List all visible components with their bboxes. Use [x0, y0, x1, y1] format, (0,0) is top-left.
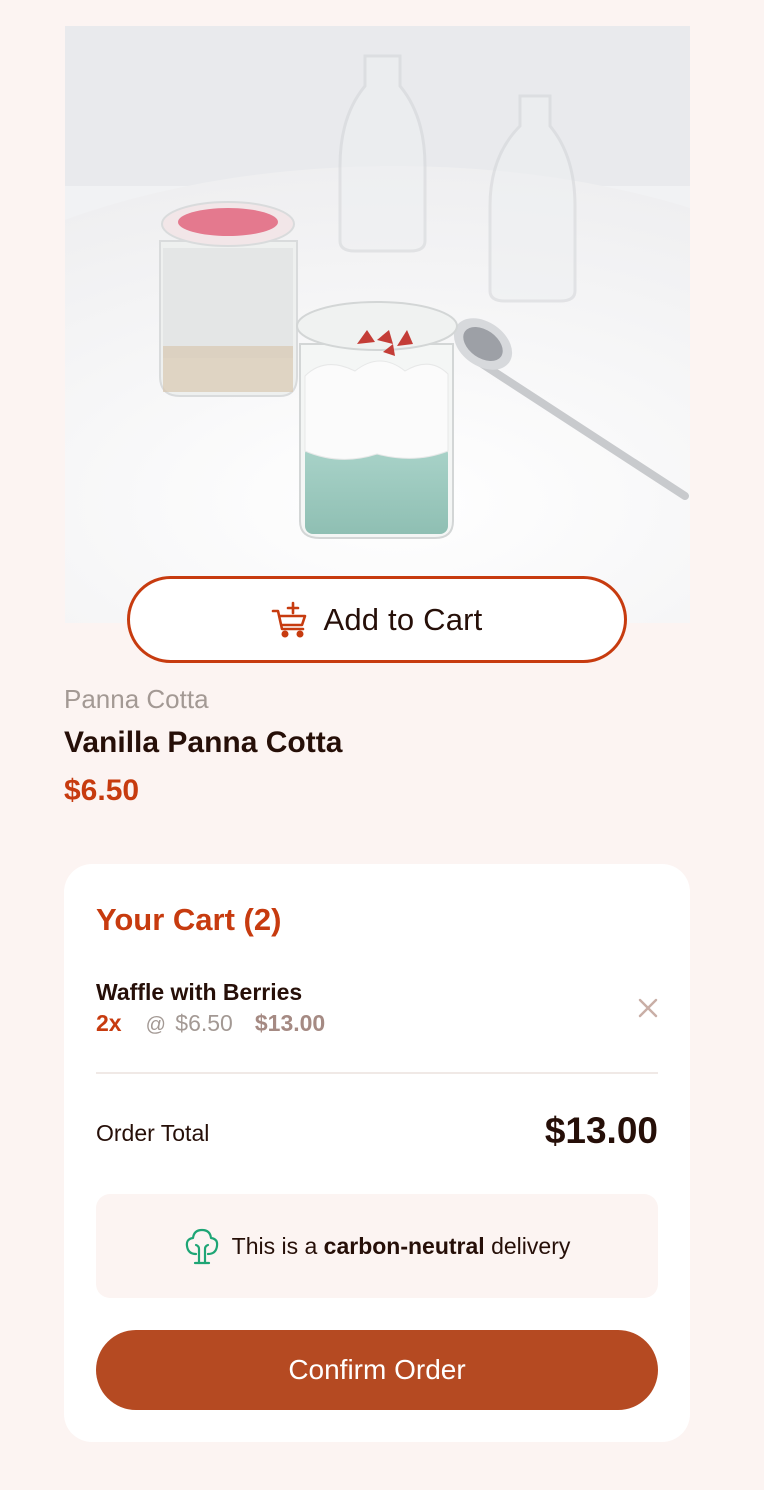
carbon-note-suffix: delivery — [491, 1232, 571, 1259]
carbon-note-text: This is a carbon-neutral delivery — [232, 1233, 571, 1260]
unit-price-prefix: @ — [145, 1014, 166, 1036]
cart-title: Your Cart (2) — [96, 902, 282, 937]
unit-price-value: $6.50 — [175, 1010, 233, 1036]
carbon-note-emphasis: carbon-neutral — [323, 1232, 485, 1259]
cart-divider — [96, 1072, 658, 1074]
product-price: $6.50 — [64, 774, 140, 807]
cart-plus-icon — [271, 601, 309, 639]
cart-item-line-total: $13.00 — [254, 1010, 326, 1036]
cart-item-quantity: 2x — [96, 1010, 122, 1036]
product-photo — [65, 26, 690, 623]
add-to-cart-button[interactable]: Add to Cart — [127, 576, 627, 663]
tree-icon — [184, 1227, 220, 1265]
cart-panel: Your Cart (2) Waffle with Berries 2x @ $… — [64, 864, 690, 1442]
remove-item-button[interactable] — [636, 996, 660, 1020]
close-icon — [638, 998, 658, 1018]
product-name: Vanilla Panna Cotta — [64, 726, 343, 759]
add-to-cart-label: Add to Cart — [323, 601, 483, 637]
confirm-order-button[interactable]: Confirm Order — [96, 1330, 658, 1410]
carbon-neutral-note: This is a carbon-neutral delivery — [96, 1194, 658, 1298]
cart-item-unit-price: @ $6.50 — [146, 1010, 233, 1037]
order-total-label: Order Total — [96, 1120, 210, 1146]
cart-item-meta: 2x @ $6.50 $13.00 — [96, 1010, 325, 1037]
product-category: Panna Cotta — [64, 684, 209, 714]
carbon-note-prefix: This is a — [231, 1232, 318, 1259]
product-image — [65, 26, 690, 623]
order-total-value: $13.00 — [544, 1110, 658, 1151]
cart-item-name: Waffle with Berries — [96, 979, 303, 1005]
